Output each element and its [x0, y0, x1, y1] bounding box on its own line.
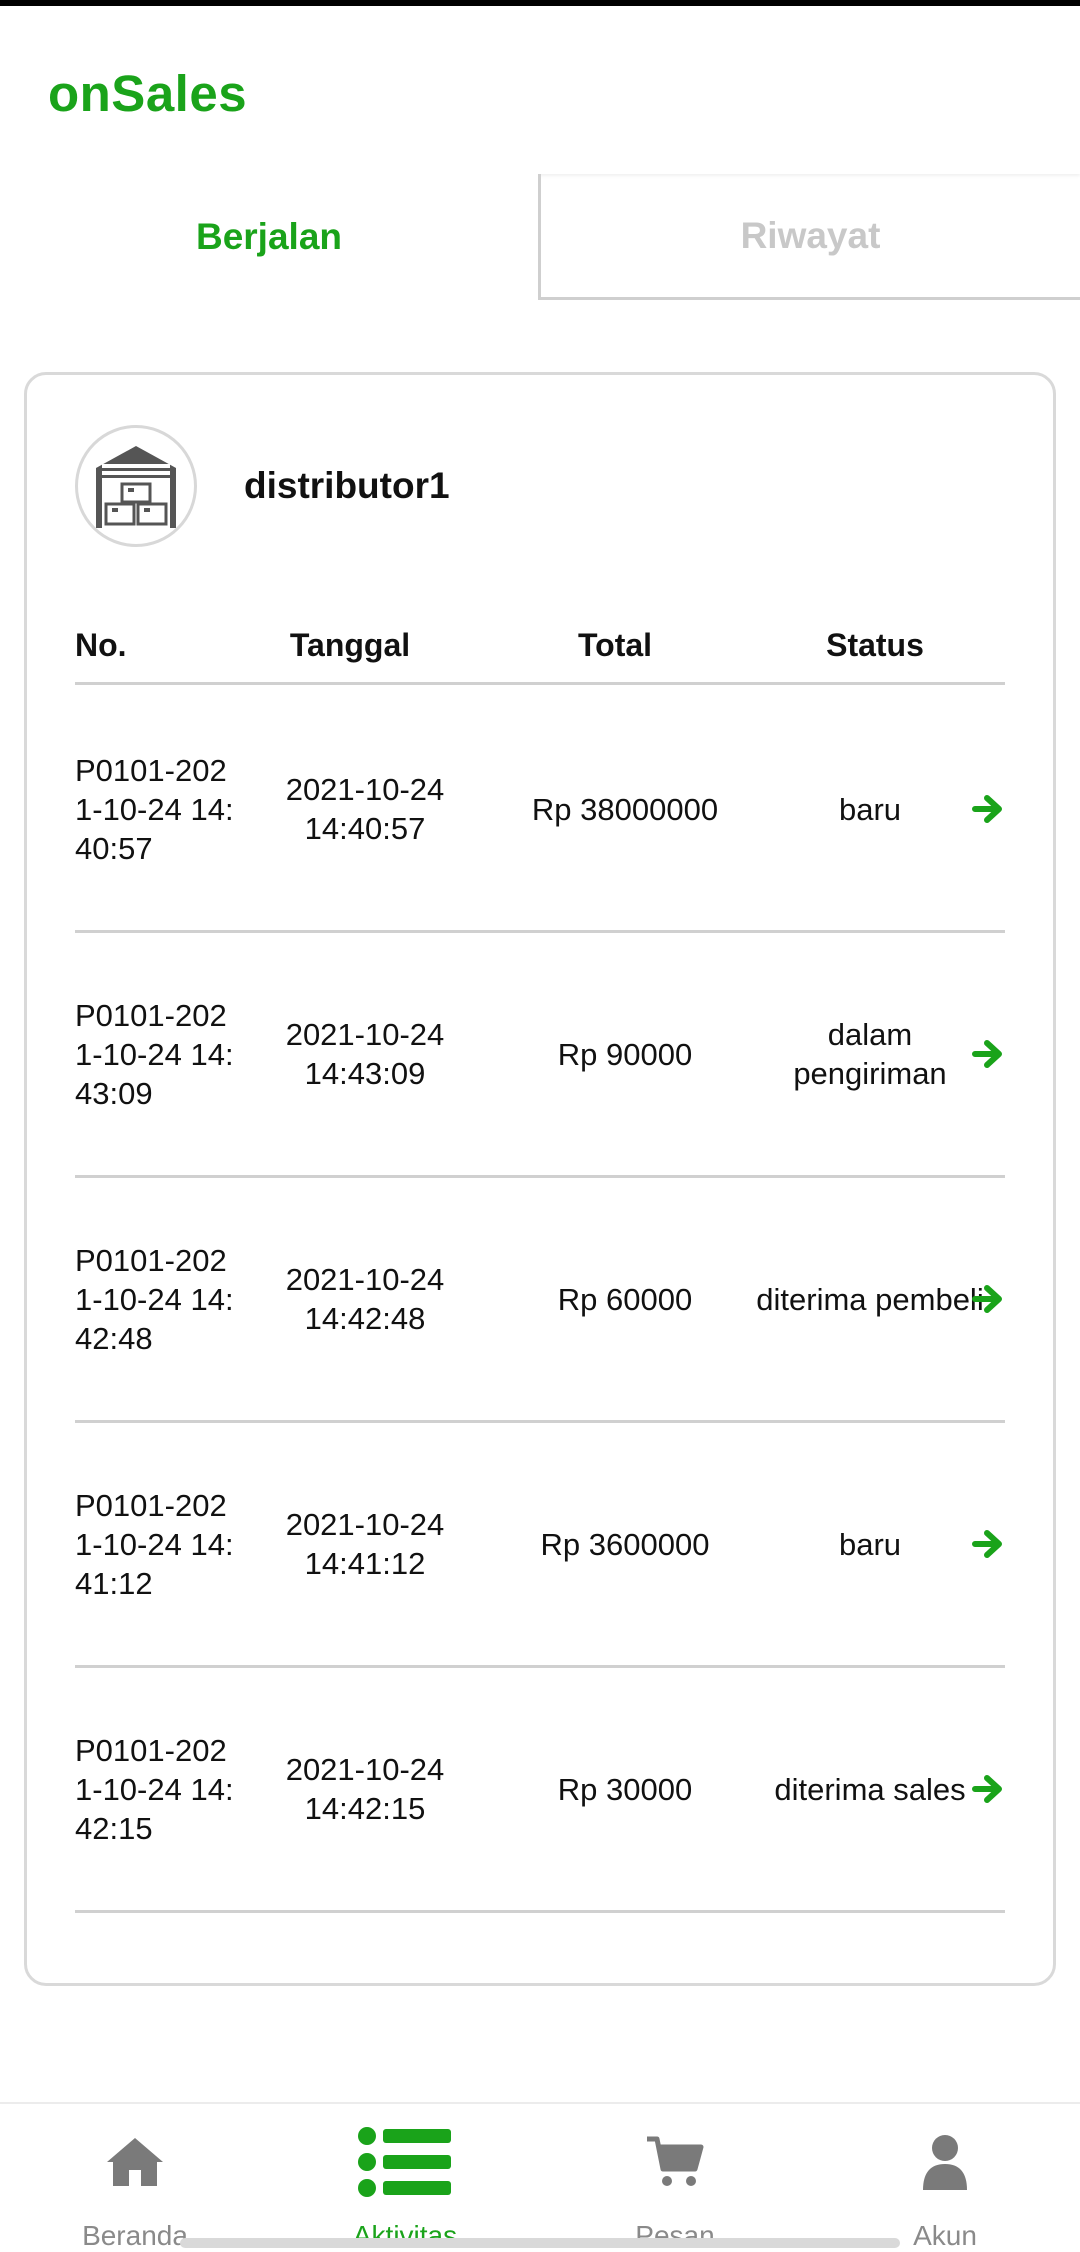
order-status: baru	[838, 1526, 902, 1562]
order-status: diterima pembeli	[756, 1281, 984, 1317]
order-total: Rp 3600000	[540, 1526, 710, 1562]
tab-bar: Berjalan Riwayat	[0, 174, 1080, 302]
distributor-avatar	[75, 425, 197, 547]
order-date: 2021-10-24 14:42:15	[285, 1752, 445, 1826]
app-header: onSales	[0, 6, 1080, 174]
app-title: onSales	[48, 65, 248, 122]
nav-akun[interactable]: Akun	[810, 2104, 1080, 2252]
order-total: Rp 90000	[557, 1036, 693, 1072]
arrow-right-icon[interactable]	[965, 688, 1005, 930]
arrow-right-icon[interactable]	[965, 1423, 1005, 1665]
warehouse-icon	[96, 446, 176, 528]
tab-riwayat[interactable]: Riwayat	[538, 174, 1080, 300]
order-total: Rp 30000	[557, 1771, 693, 1807]
table-row[interactable]: P0101-2021-10-24 14:41:12 2021-10-24 14:…	[75, 1423, 1005, 1668]
table-row[interactable]: P0101-2021-10-24 14:43:09 2021-10-24 14:…	[75, 933, 1005, 1178]
order-card: distributor1 No. Tanggal Total Status P0…	[24, 372, 1056, 1986]
nav-aktivitas[interactable]: Aktivitas	[270, 2104, 540, 2252]
order-date: 2021-10-24 14:40:57	[285, 772, 445, 846]
order-total: Rp 38000000	[531, 791, 719, 827]
user-icon	[810, 2126, 1080, 2198]
header-status: Status	[826, 626, 924, 663]
cart-icon	[540, 2126, 810, 2198]
arrow-right-icon[interactable]	[965, 1668, 1005, 1910]
table-row[interactable]: P0101-2021-10-24 14:40:57 2021-10-24 14:…	[75, 688, 1005, 933]
order-number: P0101-2021-10-24 14:40:57	[75, 752, 234, 866]
order-total: Rp 60000	[557, 1281, 693, 1317]
order-date: 2021-10-24 14:41:12	[285, 1507, 445, 1581]
tab-berjalan[interactable]: Berjalan	[0, 174, 538, 300]
arrow-right-icon[interactable]	[965, 1178, 1005, 1420]
order-number: P0101-2021-10-24 14:42:48	[75, 1242, 234, 1356]
table-header: No. Tanggal Total Status	[75, 615, 1005, 685]
header-date: Tanggal	[289, 626, 411, 663]
bottom-nav: Beranda Aktivitas Pesan Akun	[0, 2102, 1080, 2252]
home-indicator	[180, 2238, 900, 2248]
order-number: P0101-2021-10-24 14:41:12	[75, 1487, 234, 1601]
arrow-right-icon[interactable]	[965, 933, 1005, 1175]
table-row[interactable]: P0101-2021-10-24 14:42:48 2021-10-24 14:…	[75, 1178, 1005, 1423]
order-number: P0101-2021-10-24 14:42:15	[75, 1732, 234, 1846]
home-icon	[0, 2126, 270, 2198]
order-date: 2021-10-24 14:43:09	[285, 1017, 445, 1091]
list-icon	[270, 2126, 540, 2198]
order-status: dalam pengiriman	[793, 1017, 947, 1091]
order-date: 2021-10-24 14:42:48	[285, 1262, 445, 1336]
header-no: No.	[75, 626, 127, 663]
order-number: P0101-2021-10-24 14:43:09	[75, 997, 234, 1111]
header-total: Total	[577, 626, 653, 663]
order-status: diterima sales	[774, 1771, 966, 1807]
order-status: baru	[838, 791, 902, 827]
order-list: P0101-2021-10-24 14:40:57 2021-10-24 14:…	[75, 688, 1005, 1913]
table-row[interactable]: P0101-2021-10-24 14:42:15 2021-10-24 14:…	[75, 1668, 1005, 1913]
nav-pesan[interactable]: Pesan	[540, 2104, 810, 2252]
nav-beranda[interactable]: Beranda	[0, 2104, 270, 2252]
distributor-name: distributor1	[244, 465, 450, 506]
